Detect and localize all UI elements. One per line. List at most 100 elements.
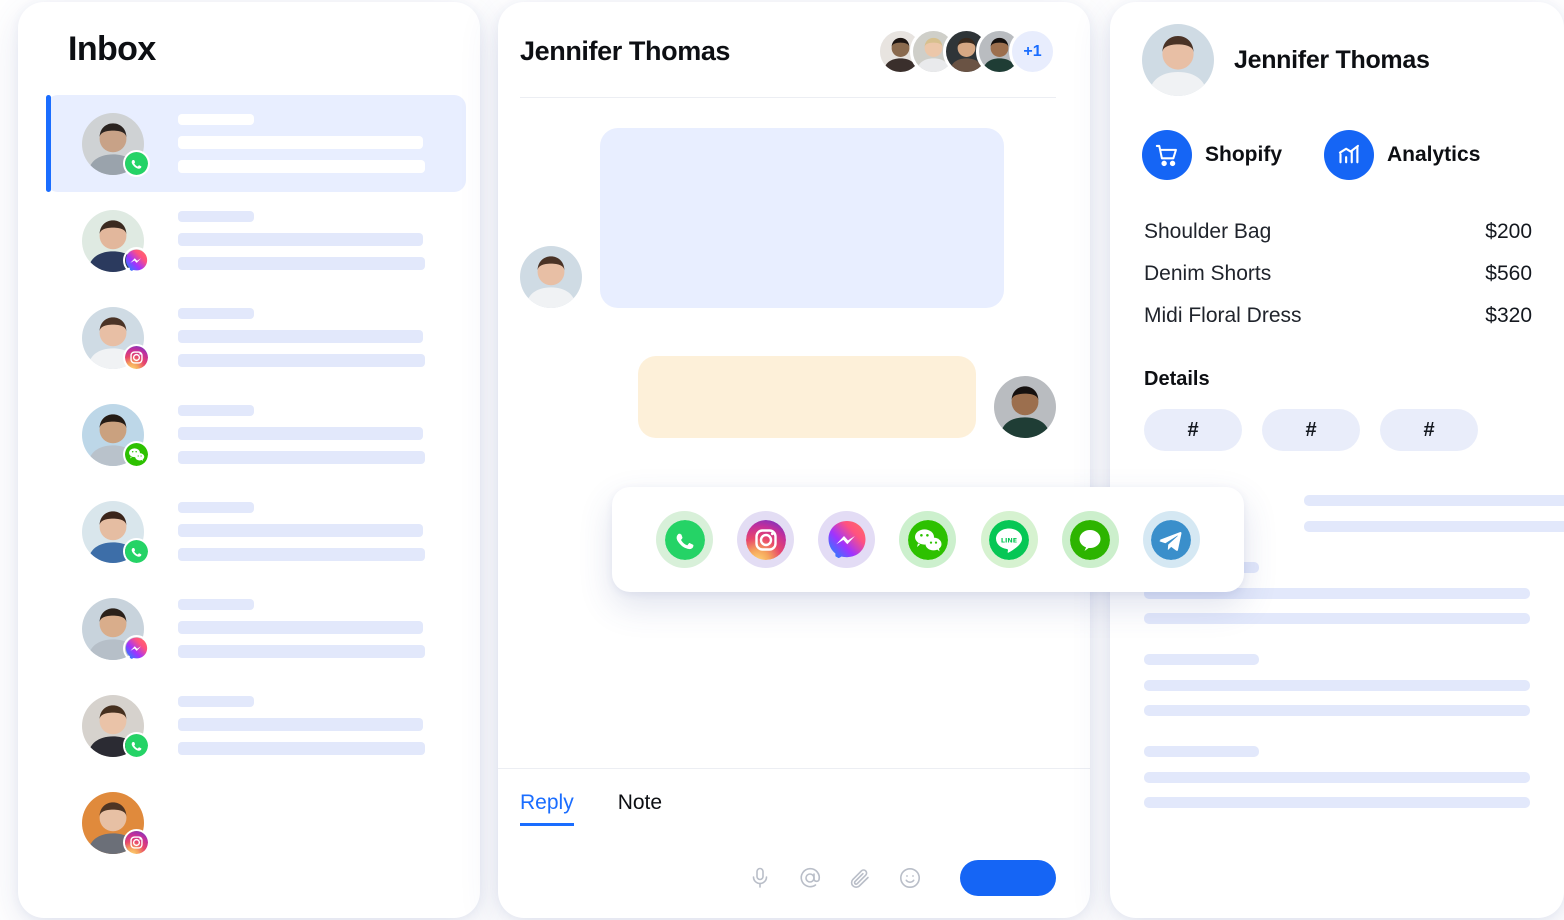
conversation-preview — [178, 308, 466, 367]
detail-tag[interactable]: # — [1380, 409, 1478, 451]
app-shortcut-label: Shopify — [1205, 143, 1282, 166]
instagram-icon — [745, 519, 786, 560]
line-icon: LINE — [989, 519, 1030, 560]
composer: Reply Note — [498, 768, 1090, 918]
messenger-icon — [827, 520, 867, 560]
attachment-icon[interactable] — [848, 866, 872, 890]
conversation-title: Jennifer Thomas — [520, 36, 731, 66]
product-name: Denim Shorts — [1144, 262, 1272, 285]
participant-overflow-badge[interactable]: +1 — [1009, 28, 1056, 75]
conversation-preview — [178, 599, 466, 658]
skeleton-bar — [178, 405, 254, 416]
skeleton-bar — [178, 718, 423, 731]
skeleton-bar — [178, 451, 425, 464]
skeleton-bar — [178, 742, 425, 755]
avatar-with-channel-badge — [82, 791, 150, 856]
contact-name: Jennifer Thomas — [1234, 45, 1430, 74]
detail-tag[interactable]: # — [1262, 409, 1360, 451]
conversation-list-item[interactable] — [46, 289, 466, 386]
product-name: Midi Floral Dress — [1144, 304, 1302, 327]
app-shortcut-label: Analytics — [1387, 143, 1481, 166]
skeleton-bar — [178, 621, 423, 634]
conversation-list-item[interactable] — [46, 192, 466, 289]
whatsapp-icon — [664, 519, 705, 560]
skeleton-bar — [1304, 495, 1564, 506]
channel-option-messenger[interactable] — [818, 511, 876, 568]
messenger-icon — [123, 634, 150, 662]
svg-text:LINE: LINE — [1001, 536, 1017, 544]
app-shortcut-shopify[interactable]: Shopify — [1142, 130, 1282, 180]
skeleton-bar — [178, 308, 254, 319]
skeleton-bar — [1144, 654, 1259, 665]
channel-option-whatsapp[interactable] — [656, 511, 713, 568]
message-incoming — [520, 128, 1056, 308]
conversation-list-item[interactable] — [46, 483, 466, 580]
app-stage: Inbox Jennifer Thomas +1 Reply Note LINE… — [0, 0, 1564, 920]
skeleton-bar — [178, 136, 423, 149]
conversation-list-item[interactable] — [46, 677, 466, 774]
channel-option-instagram[interactable] — [737, 511, 795, 568]
channel-option-kakaotalk[interactable] — [1061, 511, 1119, 568]
skeleton-bar — [1144, 746, 1259, 757]
avatar-with-channel-badge — [82, 209, 150, 274]
participant-avatar-group[interactable]: +1 — [877, 28, 1056, 75]
conversation-list-item[interactable] — [46, 386, 466, 483]
details-heading: Details — [1144, 368, 1210, 390]
channel-option-telegram[interactable] — [1142, 511, 1200, 568]
skeleton-bar — [178, 211, 254, 222]
wechat-icon — [123, 440, 150, 468]
channel-option-wechat[interactable] — [899, 511, 957, 568]
skeleton-bar — [178, 257, 425, 270]
kakaotalk-icon — [1070, 519, 1111, 560]
skeleton-bar — [178, 548, 425, 561]
conversation-list — [18, 95, 480, 871]
conversation-list-item[interactable] — [46, 774, 466, 871]
conversation-preview — [178, 696, 466, 755]
message-thread — [498, 98, 1090, 438]
conversation-list-item[interactable] — [46, 95, 466, 192]
product-name: Shoulder Bag — [1144, 220, 1272, 243]
whatsapp-icon — [123, 149, 150, 177]
instagram-icon — [123, 828, 150, 856]
conversation-list-item[interactable] — [46, 580, 466, 677]
avatar — [1142, 24, 1214, 96]
inbox-panel: Inbox — [18, 2, 480, 918]
message-bubble — [600, 128, 1004, 308]
detail-tag[interactable]: # — [1144, 409, 1242, 451]
avatar — [520, 246, 582, 308]
mention-icon[interactable] — [798, 866, 822, 890]
app-shortcut-analytics[interactable]: Analytics — [1324, 130, 1480, 180]
conversation-preview — [178, 502, 466, 561]
product-row: Shoulder Bag $200 — [1144, 220, 1532, 244]
skeleton-bar — [1144, 613, 1530, 624]
product-price: $320 — [1485, 304, 1532, 327]
tab-reply[interactable]: Reply — [520, 791, 574, 826]
skeleton-bar — [1144, 705, 1530, 716]
conversation-header: Jennifer Thomas +1 — [498, 2, 1090, 75]
skeleton-bar — [1144, 680, 1530, 691]
channel-option-line[interactable]: LINE — [980, 511, 1038, 568]
send-button[interactable] — [960, 860, 1056, 896]
conversation-preview — [178, 211, 466, 270]
conversation-preview — [178, 405, 466, 464]
cart-icon — [1142, 130, 1192, 180]
conversation-panel: Jennifer Thomas +1 Reply Note — [498, 2, 1090, 918]
tab-note[interactable]: Note — [618, 791, 662, 823]
product-price: $560 — [1485, 262, 1532, 285]
page-title: Inbox — [68, 30, 156, 68]
avatar-with-channel-badge — [82, 112, 150, 177]
app-shortcuts: Shopify Analytics — [1110, 96, 1564, 180]
wechat-icon — [907, 519, 948, 560]
tag-list: # # # — [1110, 391, 1564, 451]
avatar-with-channel-badge — [82, 694, 150, 759]
avatar-with-channel-badge — [82, 403, 150, 468]
avatar-with-channel-badge — [82, 500, 150, 565]
product-row: Midi Floral Dress $320 — [1144, 304, 1532, 328]
skeleton-bar — [178, 160, 425, 173]
skeleton-bar — [178, 427, 423, 440]
composer-toolbar — [520, 860, 1056, 896]
microphone-icon[interactable] — [748, 866, 772, 890]
contact-header: Jennifer Thomas — [1110, 2, 1564, 96]
whatsapp-icon — [123, 731, 150, 759]
emoji-icon[interactable] — [898, 866, 922, 890]
